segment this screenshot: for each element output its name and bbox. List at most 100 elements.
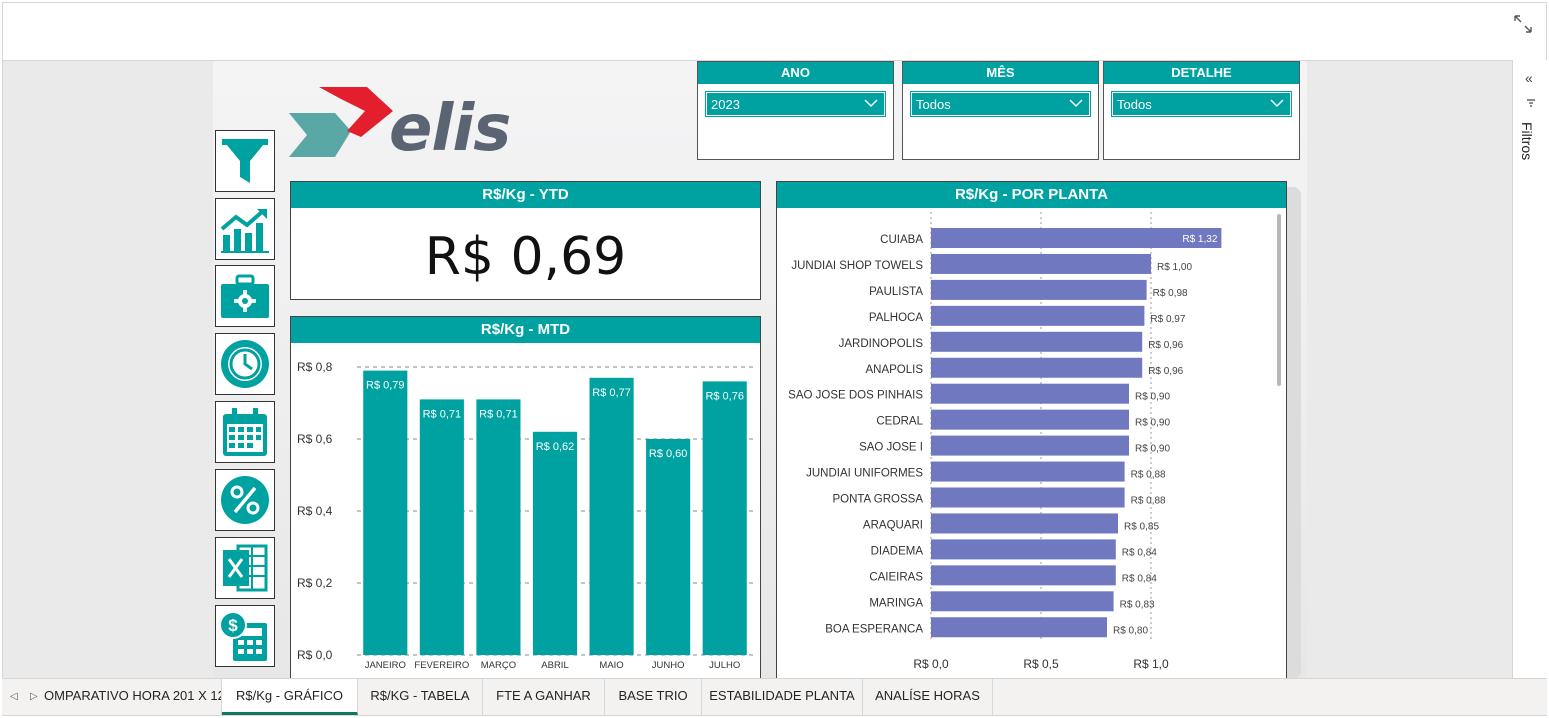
nav-filter-button[interactable] (215, 130, 275, 192)
data-label: R$ 0,71 (479, 408, 518, 420)
data-label: R$ 0,80 (1113, 625, 1148, 636)
bar-plant (931, 617, 1107, 638)
card-title: R$/Kg - POR PLANTA (777, 182, 1286, 208)
kpi-value: R$ 0,69 (424, 227, 627, 287)
bar-plant (931, 383, 1129, 404)
x-tick-label: R$ 0,5 (1023, 657, 1059, 671)
planta-bar-chart: R$ 0,0 R$ 0,5 R$ 1,0 CUIABA R$ 1,32 JUNDIAI S… (788, 212, 1222, 671)
data-label: R$ 1,32 (1182, 234, 1217, 245)
collapse-filters-button[interactable]: « (1525, 70, 1533, 86)
filter-icon (222, 139, 268, 183)
x-tick-label: ABRIL (541, 660, 568, 671)
calendar-icon (223, 408, 267, 456)
data-label: R$ 0,88 (1131, 496, 1166, 507)
category-label: MARINGA (869, 597, 923, 609)
x-tick-label: R$ 1,0 (1133, 657, 1169, 671)
bar-plant (931, 331, 1143, 352)
card-title: R$/Kg - YTD (291, 182, 760, 208)
bar-plant (931, 253, 1151, 274)
bar-plant (931, 409, 1129, 430)
card-title: R$/Kg - MTD (291, 317, 760, 343)
tab-analise-horas[interactable]: ANALÍSE HORAS (863, 679, 993, 715)
y-tick-label: R$ 0,0 (297, 648, 333, 662)
category-label: CEDRAL (876, 416, 923, 428)
category-label: PONTA GROSSA (832, 494, 923, 506)
clock-gear-icon (221, 340, 269, 388)
mes-dropdown[interactable]: Todos (910, 91, 1091, 117)
x-tick-label: JUNHO (652, 660, 685, 671)
tab-rkg-tabela[interactable]: R$/KG - TABELA (358, 679, 483, 715)
tab-estabilidade-planta[interactable]: ESTABILIDADE PLANTA (702, 679, 863, 715)
mtd-bar-chart: R$ 0,0 R$ 0,2 R$ 0,4 R$ 0,6 R$ 0,8 R$ 0,79 JAN… (297, 360, 753, 671)
category-label: PAULISTA (869, 286, 923, 298)
data-label: R$ 0,84 (1122, 573, 1157, 584)
category-label: JARDINOPOLIS (839, 338, 924, 350)
category-label: SAO JOSE I (859, 442, 923, 454)
bar-janeiro (363, 370, 408, 655)
tab-prev-icon[interactable]: ◁ (10, 691, 18, 702)
category-label: PALHOCA (869, 312, 923, 324)
bar-plant (931, 435, 1129, 456)
dropdown-value: Todos (916, 97, 951, 112)
bar-plant (931, 279, 1147, 300)
nav-calendar-button[interactable] (215, 401, 275, 463)
elis-logo: elis (289, 87, 539, 165)
category-label: JUNDIAI SHOP TOWELS (791, 260, 923, 272)
detalhe-dropdown[interactable]: Todos (1111, 91, 1292, 117)
toolbox-gear-icon (221, 274, 269, 318)
slicer-mes: MÊS Todos (902, 61, 1099, 160)
filter-small-icon (1526, 98, 1536, 111)
slicer-title: MÊS (903, 62, 1098, 84)
data-label: R$ 0,96 (1148, 366, 1183, 377)
filters-pane-label[interactable]: Filtros (1519, 122, 1535, 160)
bar-plant (931, 565, 1116, 586)
data-label: R$ 0,97 (1150, 314, 1185, 325)
nav-toolbox-button[interactable] (215, 265, 275, 327)
bar-plant (931, 591, 1114, 612)
chevron-down-icon (1069, 99, 1083, 108)
slicer-detalhe: DETALHE Todos (1103, 61, 1300, 160)
bar-plant (931, 305, 1145, 326)
category-label: SAO JOSE DOS PINHAIS (788, 390, 923, 402)
data-label: R$ 0,96 (1148, 340, 1183, 351)
data-label: R$ 0,83 (1120, 599, 1155, 610)
dropdown-value: Todos (1117, 97, 1152, 112)
nav-excel-button[interactable] (215, 537, 275, 599)
bar-plant (931, 461, 1125, 482)
bar-julho (702, 381, 747, 655)
data-label: R$ 0,84 (1122, 547, 1157, 558)
bar-plant (931, 513, 1118, 534)
bar-plant (931, 539, 1116, 560)
nav-growth-button[interactable] (215, 198, 275, 260)
category-label: JUNDIAI UNIFORMES (806, 468, 923, 480)
slicer-title: ANO (698, 62, 893, 84)
category-label: ARAQUARI (863, 519, 923, 531)
slicer-title: DETALHE (1104, 62, 1299, 84)
dropdown-value: 2023 (711, 97, 740, 112)
nav-calculator-button[interactable]: $ (215, 605, 275, 667)
scrollbar[interactable] (1277, 214, 1281, 386)
category-label: CAIEIRAS (869, 571, 923, 583)
report-canvas: elis ANO 2023 MÊS Todos DETALHE Todos $ … (2, 60, 1512, 678)
tab-comparativo-hora[interactable]: OMPARATIVO HORA 201 X 121 (44, 679, 222, 715)
nav-clock-button[interactable] (215, 333, 275, 395)
tab-base-trio[interactable]: BASE TRIO (605, 679, 702, 715)
data-label: R$ 0,60 (649, 448, 688, 460)
data-label: R$ 0,90 (1135, 444, 1170, 455)
x-tick-label: MAIO (599, 660, 623, 671)
bar-plant (931, 228, 1222, 248)
tab-next-icon[interactable]: ▷ (30, 691, 38, 702)
expand-icon[interactable] (1512, 13, 1534, 35)
data-label: R$ 0,79 (366, 380, 405, 392)
growth-chart-icon (220, 209, 269, 253)
bar-plant (931, 357, 1143, 378)
top-bar (2, 2, 1547, 60)
page-tabs: ◁ ▷ OMPARATIVO HORA 201 X 121 R$/Kg - GR… (2, 678, 1547, 716)
ano-dropdown[interactable]: 2023 (705, 91, 886, 117)
x-tick-label: JANEIRO (365, 660, 406, 671)
kpi-ytd-card: R$/Kg - YTD R$ 0,69 (290, 181, 761, 300)
tab-fte-a-ganhar[interactable]: FTE A GANHAR (483, 679, 605, 715)
tab-rkg-grafico[interactable]: R$/Kg - GRÁFICO (222, 679, 358, 715)
nav-percent-button[interactable] (215, 469, 275, 531)
y-tick-label: R$ 0,4 (297, 504, 333, 518)
